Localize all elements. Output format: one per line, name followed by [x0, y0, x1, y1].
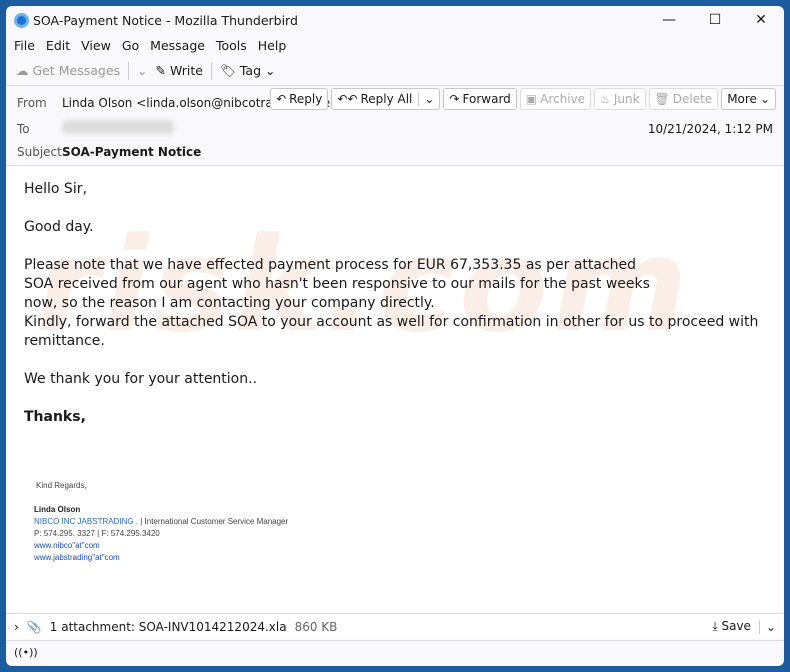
subject-label: Subject [17, 145, 62, 159]
paragraph-3: We thank you for your attention.. [24, 371, 258, 387]
sig-link-1[interactable]: www.nibco"at"com [34, 541, 100, 550]
menu-file[interactable]: File [14, 38, 35, 53]
signature: Kind Regards, Linda Olson NIBCO INC JABS… [34, 480, 288, 564]
title-bar: SOA-Payment Notice - Mozilla Thunderbird… [6, 6, 784, 34]
delete-button[interactable]: 🗑 Delete [648, 88, 719, 110]
forward-button[interactable]: ↷ Forward [443, 88, 517, 110]
paragraph-2a: Please note that we have effected paymen… [24, 257, 650, 311]
sig-link-2[interactable]: www.jabstrading"at"com [34, 553, 120, 562]
save-label: Save [721, 619, 751, 633]
chevron-down-icon[interactable]: ⌄ [418, 92, 434, 106]
menu-message[interactable]: Message [150, 38, 205, 53]
minimize-icon[interactable]: — [646, 6, 692, 34]
paragraph-1: Good day. [24, 219, 94, 235]
reply-all-label: Reply All [360, 92, 413, 106]
junk-icon: ♨ [600, 92, 611, 106]
sig-regards: Kind Regards, [36, 481, 87, 490]
paragraph-2b: Kindly, forward the attached SOA to your… [24, 314, 759, 349]
maximize-icon[interactable]: ☐ [692, 6, 738, 34]
divider [128, 61, 130, 80]
tag-label: Tag [239, 62, 262, 78]
reply-button[interactable]: ↶ Reply [270, 88, 329, 110]
attachment-bar[interactable]: › 📎 1 attachment: SOA-INV1014212024.xla … [6, 613, 784, 639]
close-icon[interactable]: ✕ [738, 6, 784, 34]
attachment-size: 860 KB [294, 619, 338, 634]
menu-go[interactable]: Go [122, 38, 139, 53]
thunderbird-window: SOA-Payment Notice - Mozilla Thunderbird… [6, 6, 784, 666]
write-label: Write [169, 63, 203, 78]
main-toolbar: ☁ Get Messages ⌄ ✎ Write 🏷 Tag ⌄ [6, 56, 784, 86]
window-title: SOA-Payment Notice - Mozilla Thunderbird [33, 12, 298, 28]
junk-label: Junk [613, 92, 640, 106]
sig-title: | International Customer Service Manager [138, 517, 289, 526]
divider [211, 61, 212, 80]
cloud-icon: ☁ [16, 63, 33, 78]
save-button[interactable]: ⤓ Save [712, 619, 751, 634]
menu-view[interactable]: View [81, 38, 111, 53]
tag-button[interactable]: 🏷 Tag ⌄ [220, 63, 275, 79]
message-body: risk.com Hello Sir, Good day. Please not… [6, 166, 784, 612]
forward-label: Forward [462, 92, 511, 106]
archive-label: Archive [540, 92, 586, 106]
junk-button[interactable]: ♨ Junk [594, 88, 646, 110]
thunderbird-logo-icon [14, 12, 29, 28]
closing: Thanks, [24, 409, 86, 425]
menu-help[interactable]: Help [258, 38, 287, 53]
chevron-down-icon[interactable]: ⌄ [758, 619, 776, 634]
subject-value: SOA-Payment Notice [62, 145, 202, 159]
paperclip-icon: 📎 [26, 619, 42, 634]
tag-icon: 🏷 [220, 62, 240, 78]
more-label: More [727, 92, 757, 106]
sig-company: NIBCO INC JABSTRADING . [34, 517, 139, 526]
greeting: Hello Sir, [24, 181, 87, 197]
to-label: To [17, 122, 30, 136]
message-header: From Linda Olson <linda.olson@nibcotradi… [6, 86, 784, 166]
to-value-redacted [62, 120, 174, 134]
reply-label: Reply [289, 92, 323, 106]
archive-button[interactable]: ▣ Archive [519, 88, 592, 110]
sig-phone: P: 574.295. 3327 | F: 574.295.3420 [34, 529, 160, 538]
attachment-name[interactable]: 1 attachment: SOA-INV1014212024.xla [50, 620, 287, 634]
sig-name: Linda Olson [34, 505, 81, 514]
from-label: From [17, 96, 47, 110]
get-messages-label: Get Messages [32, 63, 121, 78]
menu-tools[interactable]: Tools [216, 38, 247, 53]
delete-label: Delete [672, 92, 713, 106]
trash-icon: 🗑 [654, 92, 670, 106]
write-button[interactable]: ✎ Write [156, 63, 203, 78]
chevron-down-icon[interactable]: ⌄ [137, 63, 147, 78]
forward-icon: ↷ [449, 92, 460, 106]
more-button[interactable]: More ⌄ [721, 88, 776, 110]
online-status-icon[interactable]: ((•)) [14, 646, 38, 659]
reply-all-button[interactable]: ↶↶ Reply All ⌄ [331, 88, 441, 110]
status-bar: ((•)) [6, 640, 784, 664]
reply-all-icon: ↶↶ [337, 92, 358, 106]
menu-bar: File Edit View Go Message Tools Help [6, 34, 784, 56]
message-date: 10/21/2024, 1:12 PM [647, 122, 773, 136]
chevron-right-icon[interactable]: › [14, 620, 19, 634]
archive-icon: ▣ [525, 92, 538, 106]
reply-icon: ↶ [276, 92, 287, 106]
pencil-icon: ✎ [155, 63, 170, 78]
get-messages-button[interactable]: ☁ Get Messages [16, 63, 120, 78]
menu-edit[interactable]: Edit [46, 38, 70, 53]
